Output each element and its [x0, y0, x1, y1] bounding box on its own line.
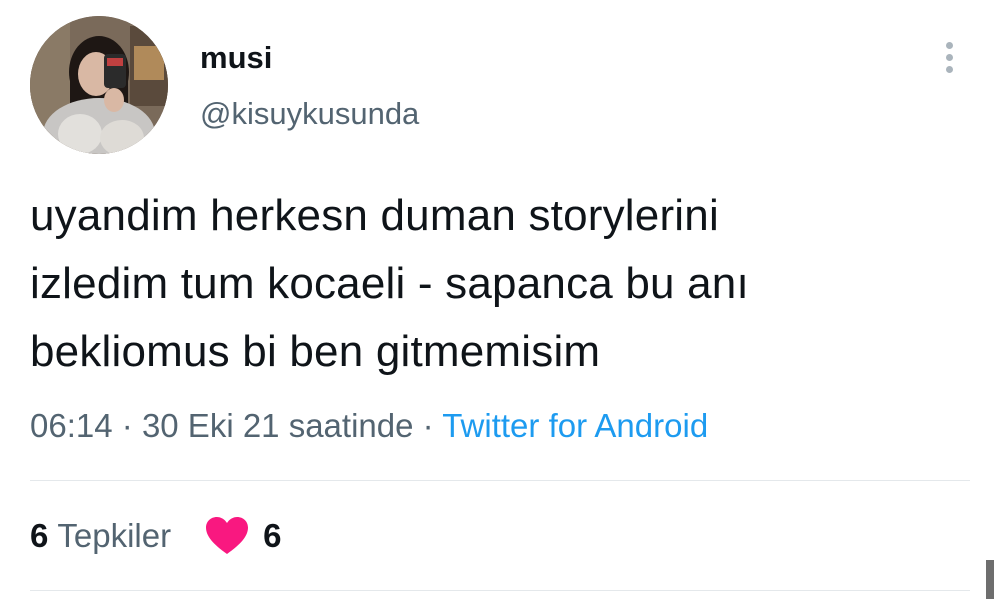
heart-count: 6	[263, 517, 282, 554]
tweet-meta: 06:14 · 30 Eki 21 saatinde · Twitter for…	[30, 404, 708, 448]
tweet-time[interactable]: 06:14	[30, 407, 113, 444]
divider	[30, 590, 970, 591]
meta-separator: ·	[422, 407, 434, 444]
tweet-text-line: uyandim herkesn duman storylerini	[30, 191, 719, 240]
heart-icon[interactable]	[205, 516, 249, 556]
reactions-row: 6 Tepkiler 6	[30, 514, 281, 558]
profile-photo-icon	[30, 16, 168, 154]
meta-separator: ·	[121, 407, 133, 444]
tweet-card: musi @kisuykusunda uyandim herkesn duman…	[0, 0, 1000, 599]
scrollbar[interactable]	[986, 560, 994, 599]
reaction-label[interactable]: Tepkiler	[57, 514, 171, 558]
tweet-text-line: izledim tum kocaeli - sapanca bu anı	[30, 259, 749, 308]
tweet-date[interactable]: 30 Eki 21 saatinde	[142, 407, 414, 444]
reaction-count[interactable]: 6	[30, 514, 48, 558]
more-options-button[interactable]	[932, 36, 966, 78]
divider	[30, 480, 970, 481]
avatar[interactable]	[30, 16, 168, 154]
more-vertical-icon	[945, 41, 953, 49]
tweet-source-link[interactable]: Twitter for Android	[442, 407, 708, 444]
tweet-text: uyandim herkesn duman storylerini izledi…	[30, 182, 970, 386]
display-name[interactable]: musi	[200, 40, 272, 76]
tweet-text-line: bekliomus bi ben gitmemisim	[30, 327, 601, 376]
user-handle[interactable]: @kisuykusunda	[200, 96, 419, 132]
